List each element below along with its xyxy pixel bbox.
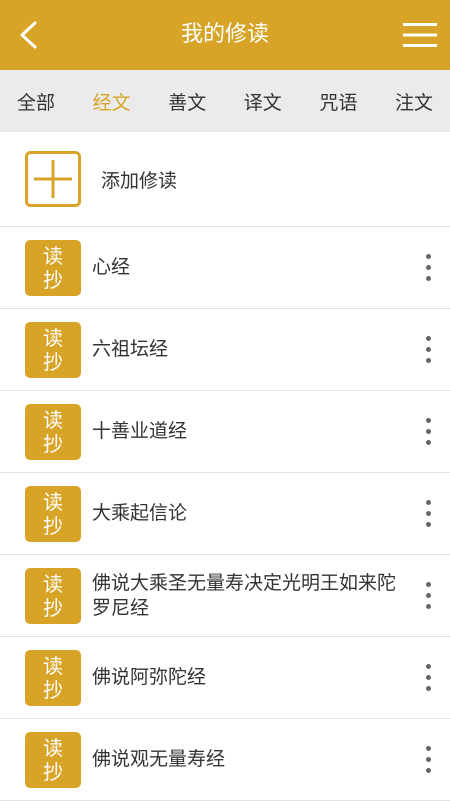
list-item[interactable]: 读 抄 佛说观无量寿经 [0,719,450,801]
tab-commentaries[interactable]: 注文 [395,88,433,115]
more-options-button[interactable] [418,658,438,698]
more-dots-icon [425,686,431,691]
more-options-button[interactable] [418,576,438,616]
plus-square-icon[interactable] [25,151,81,207]
item-title[interactable]: 佛说大乘圣无量寿决定光明王如来陀罗尼经 [92,571,400,621]
more-dots-icon [425,276,431,281]
more-dots-icon [425,500,431,505]
hamburger-menu-icon [403,23,437,47]
read-copy-badge[interactable]: 读 抄 [25,649,81,706]
badge-read-text: 读 [43,653,63,678]
badge-read-text: 读 [43,407,63,432]
back-button[interactable] [0,0,56,70]
badge-copy-text: 抄 [43,595,63,620]
more-dots-icon [425,664,431,669]
badge-copy-text: 抄 [43,267,63,292]
list-item[interactable]: 读 抄 六祖坛经 [0,309,450,391]
tab-scripture[interactable]: 经文 [93,88,131,115]
badge-read-text: 读 [43,243,63,268]
more-options-button[interactable] [418,412,438,452]
chevron-left-icon [20,21,37,49]
badge-read-text: 读 [43,325,63,350]
more-options-button[interactable] [418,330,438,370]
list-item[interactable]: 读 抄 十善业道经 [0,391,450,473]
badge-copy-text: 抄 [43,349,63,374]
item-title[interactable]: 六祖坛经 [92,337,168,362]
badge-copy-text: 抄 [43,513,63,538]
read-copy-badge[interactable]: 读 抄 [25,321,81,378]
more-dots-icon [425,522,431,527]
list-item[interactable]: 读 抄 佛说阿弥陀经 [0,637,450,719]
tab-translations[interactable]: 译文 [244,88,282,115]
more-options-button[interactable] [418,740,438,780]
badge-copy-text: 抄 [43,759,63,784]
more-dots-icon [425,746,431,751]
more-dots-icon [425,757,431,762]
read-copy-badge[interactable]: 读 抄 [25,731,81,788]
list-item[interactable]: 读 抄 大乘起信论 [0,473,450,555]
read-copy-badge[interactable]: 读 抄 [25,485,81,542]
more-dots-icon [425,593,431,598]
read-copy-badge[interactable]: 读 抄 [25,239,81,296]
item-title[interactable]: 心经 [92,255,130,280]
more-dots-icon [425,418,431,423]
more-dots-icon [425,440,431,445]
tab-good-texts[interactable]: 善文 [168,88,206,115]
more-dots-icon [425,265,431,270]
tab-all[interactable]: 全部 [17,88,55,115]
more-options-button[interactable] [418,248,438,288]
more-dots-icon [425,347,431,352]
item-title[interactable]: 佛说观无量寿经 [92,747,225,772]
badge-copy-text: 抄 [43,677,63,702]
item-title[interactable]: 佛说阿弥陀经 [92,665,206,690]
category-tabs: 全部 经文 善文 译文 咒语 注文 [0,70,450,132]
item-title[interactable]: 大乘起信论 [92,501,187,526]
read-copy-badge[interactable]: 读 抄 [25,403,81,460]
more-dots-icon [425,358,431,363]
list-item[interactable]: 读 抄 佛说大乘圣无量寿决定光明王如来陀罗尼经 [0,555,450,637]
more-dots-icon [425,768,431,773]
more-dots-icon [425,604,431,609]
more-dots-icon [425,254,431,259]
more-dots-icon [425,336,431,341]
page-title: 我的修读 [180,22,269,47]
read-copy-badge[interactable]: 读 抄 [25,567,81,624]
badge-read-text: 读 [43,735,63,760]
menu-button[interactable] [390,0,450,70]
more-options-button[interactable] [418,494,438,534]
add-reading-row[interactable]: 添加修读 [0,132,450,227]
more-dots-icon [425,429,431,434]
badge-read-text: 读 [43,571,63,596]
more-dots-icon [425,675,431,680]
add-reading-label[interactable]: 添加修读 [101,166,177,193]
list-item[interactable]: 读 抄 心经 [0,227,450,309]
badge-copy-text: 抄 [43,431,63,456]
app-header: 我的修读 [0,0,450,70]
more-dots-icon [425,511,431,516]
badge-read-text: 读 [43,489,63,514]
more-dots-icon [425,582,431,587]
item-title[interactable]: 十善业道经 [92,419,187,444]
tab-mantras[interactable]: 咒语 [319,88,357,115]
